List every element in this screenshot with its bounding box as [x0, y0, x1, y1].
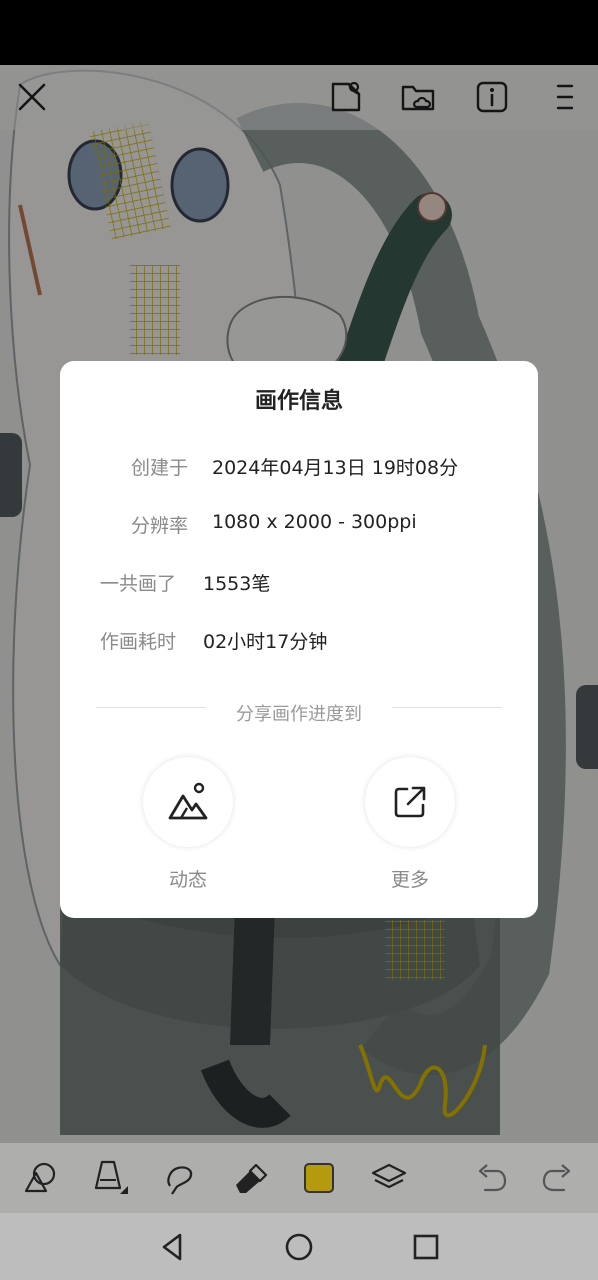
share-to-feed-button[interactable]	[143, 757, 233, 847]
external-link-icon	[394, 786, 426, 818]
smudge-icon[interactable]	[160, 1158, 200, 1198]
info-value: 2024年04月13日 19时08分	[212, 457, 459, 479]
info-label: 分辨率	[131, 515, 189, 537]
info-label: 创建于	[131, 457, 189, 479]
eraser-icon[interactable]	[230, 1158, 270, 1198]
home-circle-icon[interactable]	[279, 1227, 319, 1267]
info-row-created: 创建于 2024年04月13日 19时08分	[60, 453, 538, 483]
brush-cone-icon[interactable]	[90, 1158, 130, 1198]
back-triangle-icon[interactable]	[152, 1227, 192, 1267]
info-value: 1080 x 2000 - 300ppi	[212, 511, 417, 533]
shapes-icon[interactable]	[20, 1158, 60, 1198]
system-nav-bar	[0, 1213, 598, 1280]
info-value: 1553笔	[203, 573, 271, 595]
divider-right	[392, 707, 502, 708]
artwork-info-dialog: 画作信息 创建于 2024年04月13日 19时08分 分辨率 1080 x 2…	[60, 361, 538, 918]
undo-icon[interactable]	[472, 1158, 512, 1198]
redo-icon[interactable]	[537, 1158, 577, 1198]
share-more-button[interactable]	[365, 757, 455, 847]
layers-icon[interactable]	[369, 1158, 409, 1198]
info-label: 一共画了	[100, 573, 177, 595]
share-label: 分享画作进度到	[236, 704, 362, 725]
current-color	[304, 1163, 334, 1193]
bottom-toolbar	[0, 1143, 598, 1213]
color-swatch[interactable]	[299, 1158, 339, 1198]
info-row-strokes: 一共画了 1553笔	[60, 569, 538, 599]
info-row-duration: 作画耗时 02小时17分钟	[60, 627, 538, 657]
recents-square-icon[interactable]	[406, 1227, 446, 1267]
drawing-canvas[interactable]: 画作信息 创建于 2024年04月13日 19时08分 分辨率 1080 x 2…	[0, 65, 598, 1213]
share-more-caption: 更多	[390, 869, 429, 891]
dialog-title: 画作信息	[254, 389, 343, 414]
info-value: 02小时17分钟	[203, 631, 328, 653]
status-bar	[0, 0, 598, 65]
mountain-image-icon	[168, 782, 208, 820]
info-label: 作画耗时	[100, 631, 177, 653]
info-row-resolution: 分辨率 1080 x 2000 - 300ppi	[60, 511, 538, 541]
share-feed-caption: 动态	[168, 869, 207, 891]
